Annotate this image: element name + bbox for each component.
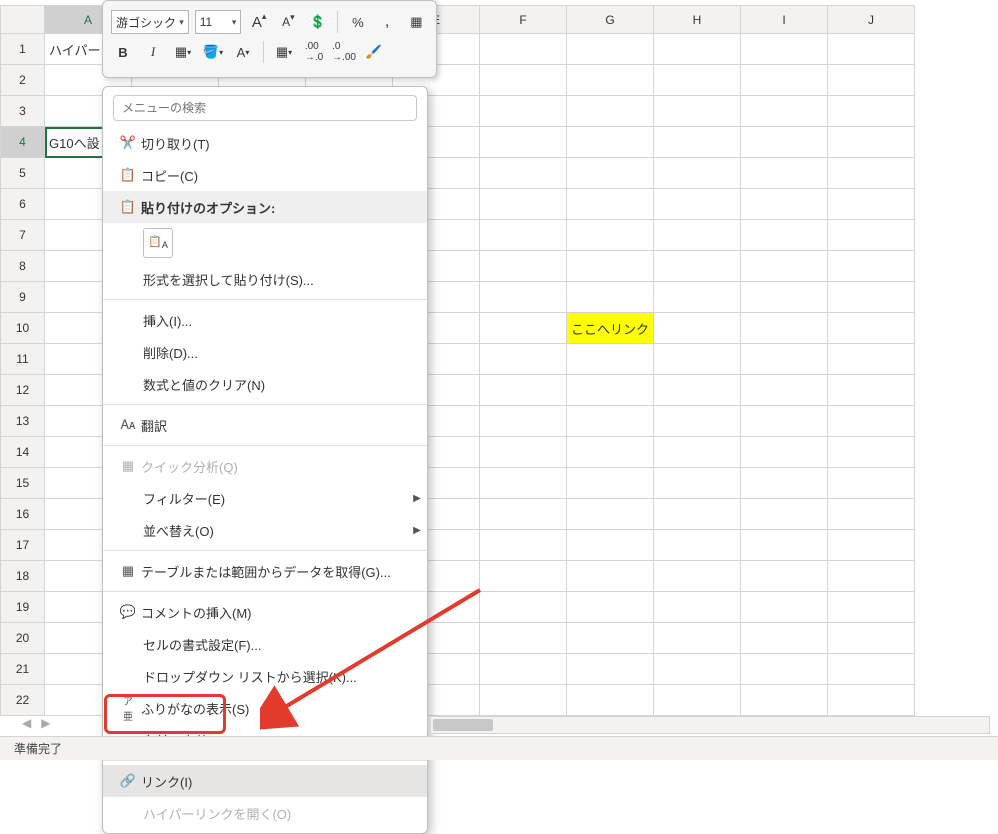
- increase-decimal-button[interactable]: .00→.0: [302, 40, 326, 64]
- tab-scroll-next[interactable]: ▶: [41, 716, 50, 730]
- paste-icon: 📋: [115, 199, 141, 215]
- submenu-arrow-icon: ▶: [407, 493, 427, 504]
- percent-button[interactable]: %: [346, 10, 369, 34]
- copy-icon: 📋: [115, 167, 141, 183]
- row-header-6[interactable]: 6: [1, 189, 45, 220]
- menu-delete[interactable]: 削除(D)...: [103, 336, 427, 368]
- row-header-1[interactable]: 1: [1, 34, 45, 65]
- menu-get-data[interactable]: ▦ テーブルまたは範囲からデータを取得(G)...: [103, 555, 427, 587]
- menu-link[interactable]: 🔗 リンク(I): [103, 765, 427, 797]
- increase-font-button[interactable]: A▴: [247, 10, 270, 34]
- row-header-12[interactable]: 12: [1, 375, 45, 406]
- row-header-5[interactable]: 5: [1, 158, 45, 189]
- menu-paste-special[interactable]: 形式を選択して貼り付け(S)...: [103, 263, 427, 295]
- comma-button[interactable]: ,: [375, 10, 398, 34]
- phonetic-icon: ア亜: [115, 693, 141, 723]
- format-painter-button[interactable]: 🖌️: [362, 40, 386, 64]
- row-header-11[interactable]: 11: [1, 344, 45, 375]
- row-header-22[interactable]: 22: [1, 685, 45, 716]
- menu-insert-comment[interactable]: 💬 コメントの挿入(M): [103, 596, 427, 628]
- col-header-I[interactable]: I: [741, 6, 828, 34]
- menu-copy[interactable]: 📋 コピー(C): [103, 159, 427, 191]
- link-icon: 🔗: [115, 773, 141, 789]
- quick-analysis-icon: ▦: [115, 458, 141, 474]
- fill-color-button[interactable]: 🪣▾: [201, 40, 225, 64]
- italic-button[interactable]: I: [141, 40, 165, 64]
- col-header-J[interactable]: J: [828, 6, 915, 34]
- menu-open-hyperlink: ハイパーリンクを開く(O): [103, 797, 427, 829]
- row-header-17[interactable]: 17: [1, 530, 45, 561]
- row-header-9[interactable]: 9: [1, 282, 45, 313]
- row-header-14[interactable]: 14: [1, 437, 45, 468]
- context-menu: ✂️ 切り取り(T) 📋 コピー(C) 📋 貼り付けのオプション: 📋A 形式を…: [102, 86, 428, 834]
- col-header-H[interactable]: H: [654, 6, 741, 34]
- font-color-button[interactable]: A▾: [231, 40, 255, 64]
- menu-search: [113, 95, 417, 121]
- translate-icon: 🗛: [115, 417, 141, 433]
- menu-insert[interactable]: 挿入(I)...: [103, 304, 427, 336]
- comment-icon: 💬: [115, 604, 141, 620]
- merge-button[interactable]: ▦: [405, 10, 428, 34]
- row-header-21[interactable]: 21: [1, 654, 45, 685]
- row-header-10[interactable]: 10: [1, 313, 45, 344]
- col-header-G[interactable]: G: [567, 6, 654, 34]
- menu-show-phonetic[interactable]: ア亜 ふりがなの表示(S): [103, 692, 427, 724]
- horizontal-scrollbar[interactable]: [430, 716, 990, 734]
- row-header-8[interactable]: 8: [1, 251, 45, 282]
- row-header-20[interactable]: 20: [1, 623, 45, 654]
- bold-button[interactable]: B: [111, 40, 135, 64]
- borders-button[interactable]: ▦▾: [171, 40, 195, 64]
- menu-search-input[interactable]: [113, 95, 417, 121]
- menu-translate[interactable]: 🗛 翻訳: [103, 409, 427, 441]
- menu-paste-options-header: 📋 貼り付けのオプション:: [103, 191, 427, 223]
- paste-option-keep-source[interactable]: 📋A: [143, 228, 173, 258]
- sheet-tab-scroll: ◀ ▶: [4, 712, 50, 734]
- decrease-decimal-button[interactable]: .0→.00: [332, 40, 356, 64]
- mini-toolbar: 游ゴシック 11 A▴ A▾ 💲 % , ▦ B I ▦▾ 🪣▾ A▾ ▦▾ .…: [102, 0, 437, 78]
- submenu-arrow-icon: ▶: [407, 525, 427, 536]
- clipboard-a-icon: 📋A: [148, 235, 168, 250]
- menu-cut[interactable]: ✂️ 切り取り(T): [103, 127, 427, 159]
- menu-sort[interactable]: 並べ替え(O) ▶: [103, 514, 427, 546]
- select-all-corner[interactable]: [1, 6, 45, 34]
- row-header-7[interactable]: 7: [1, 220, 45, 251]
- row-header-2[interactable]: 2: [1, 65, 45, 96]
- menu-pick-from-list[interactable]: ドロップダウン リストから選択(K)...: [103, 660, 427, 692]
- col-header-F[interactable]: F: [480, 6, 567, 34]
- row-header-13[interactable]: 13: [1, 406, 45, 437]
- font-name-dropdown[interactable]: 游ゴシック: [111, 10, 189, 34]
- accounting-format-button[interactable]: 💲: [306, 10, 329, 34]
- row-header-16[interactable]: 16: [1, 499, 45, 530]
- tab-scroll-prev[interactable]: ◀: [22, 716, 31, 730]
- menu-format-cells[interactable]: セルの書式設定(F)...: [103, 628, 427, 660]
- scissors-icon: ✂️: [115, 135, 141, 151]
- menu-quick-analysis: ▦ クイック分析(Q): [103, 450, 427, 482]
- font-size-dropdown[interactable]: 11: [195, 10, 242, 34]
- menu-clear[interactable]: 数式と値のクリア(N): [103, 368, 427, 400]
- row-header-18[interactable]: 18: [1, 561, 45, 592]
- decrease-font-button[interactable]: A▾: [277, 10, 300, 34]
- cell-G10[interactable]: ここへリンク: [567, 313, 654, 344]
- table-icon: ▦: [115, 563, 141, 579]
- status-bar: 準備完了: [0, 736, 998, 760]
- row-header-4[interactable]: 4: [1, 127, 45, 158]
- conditional-format-button[interactable]: ▦▾: [272, 40, 296, 64]
- status-ready-label: 準備完了: [14, 740, 62, 757]
- row-header-19[interactable]: 19: [1, 592, 45, 623]
- row-header-15[interactable]: 15: [1, 468, 45, 499]
- menu-filter[interactable]: フィルター(E) ▶: [103, 482, 427, 514]
- row-header-3[interactable]: 3: [1, 96, 45, 127]
